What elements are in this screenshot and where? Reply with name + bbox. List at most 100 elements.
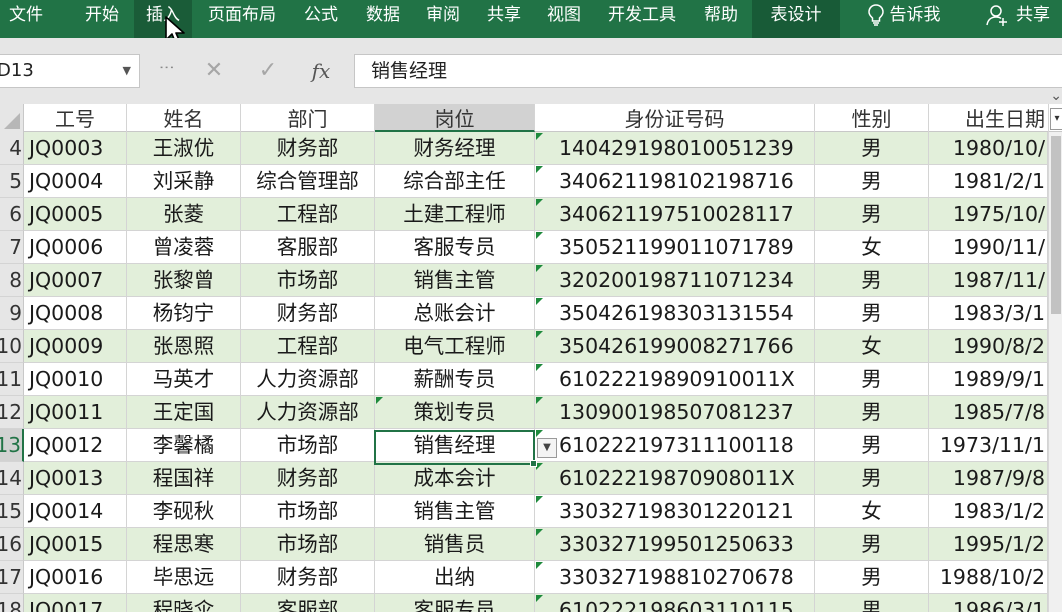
table-cell[interactable]: 策划专员 xyxy=(375,396,535,429)
table-cell[interactable]: 程晓伞 xyxy=(127,594,241,612)
table-cell[interactable]: 刘采静 xyxy=(127,165,241,198)
error-indicator-icon[interactable] xyxy=(376,397,383,404)
table-cell[interactable]: 男 xyxy=(815,594,929,612)
table-cell[interactable]: 电气工程师 xyxy=(375,330,535,363)
table-cell[interactable]: JQ0014 xyxy=(24,495,127,528)
table-cell[interactable]: 财务部 xyxy=(241,132,375,165)
ribbon-tab[interactable]: 帮助 xyxy=(694,0,748,38)
table-cell[interactable]: 330327198301220121 xyxy=(535,495,815,528)
row-header[interactable]: 12 xyxy=(0,396,24,429)
table-cell[interactable]: 1989/9/1 xyxy=(929,363,1048,396)
table-cell[interactable]: 销售主管 xyxy=(375,264,535,297)
error-indicator-icon[interactable] xyxy=(536,562,543,569)
table-cell[interactable]: 男 xyxy=(815,462,929,495)
filter-dropdown-icon[interactable]: ▾ xyxy=(1050,108,1062,130)
table-cell[interactable]: 男 xyxy=(815,165,929,198)
select-all-corner[interactable] xyxy=(0,104,24,132)
row-header[interactable]: 6 xyxy=(0,198,24,231)
table-cell[interactable]: 1983/3/1 xyxy=(929,297,1048,330)
table-cell[interactable]: 马英才 xyxy=(127,363,241,396)
table-cell[interactable]: 财务部 xyxy=(241,561,375,594)
share-button[interactable]: 共享 xyxy=(986,0,1062,38)
table-cell[interactable]: 毕思远 xyxy=(127,561,241,594)
cancel-icon[interactable]: ✕ xyxy=(200,54,228,88)
table-cell[interactable]: JQ0009 xyxy=(24,330,127,363)
ribbon-tab[interactable]: 页面布局 xyxy=(194,0,290,38)
table-cell[interactable]: 1988/10/2 xyxy=(929,561,1048,594)
row-header[interactable]: 5 xyxy=(0,165,24,198)
table-cell[interactable]: 程国祥 xyxy=(127,462,241,495)
table-cell[interactable]: 男 xyxy=(815,297,929,330)
column-header[interactable]: 身份证号码 xyxy=(535,104,815,132)
table-cell[interactable]: 土建工程师 xyxy=(375,198,535,231)
vertical-scrollbar[interactable] xyxy=(1048,132,1062,612)
table-cell[interactable]: JQ0006 xyxy=(24,231,127,264)
table-cell[interactable]: 销售经理 xyxy=(375,429,535,462)
ribbon-tab[interactable]: 开发工具 xyxy=(598,0,686,38)
table-cell[interactable]: 王淑优 xyxy=(127,132,241,165)
error-indicator-icon[interactable] xyxy=(536,298,543,305)
table-cell[interactable]: 350426199008271766 xyxy=(535,330,815,363)
table-cell[interactable]: 销售员 xyxy=(375,528,535,561)
tell-me-button[interactable]: 告诉我 xyxy=(856,0,952,38)
error-indicator-icon[interactable] xyxy=(536,595,543,602)
table-cell[interactable]: 成本会计 xyxy=(375,462,535,495)
table-cell[interactable]: JQ0016 xyxy=(24,561,127,594)
table-cell[interactable]: 610222197311100118 xyxy=(535,429,815,462)
table-cell[interactable]: 张菱 xyxy=(127,198,241,231)
error-indicator-icon[interactable] xyxy=(536,397,543,404)
table-cell[interactable]: 曾凌蓉 xyxy=(127,231,241,264)
table-cell[interactable]: 人力资源部 xyxy=(241,363,375,396)
table-cell[interactable]: 杨钧宁 xyxy=(127,297,241,330)
table-cell[interactable]: 340621198102198716 xyxy=(535,165,815,198)
table-cell[interactable]: 市场部 xyxy=(241,495,375,528)
row-header[interactable]: 15 xyxy=(0,495,24,528)
table-cell[interactable]: JQ0008 xyxy=(24,297,127,330)
table-cell[interactable]: 人力资源部 xyxy=(241,396,375,429)
table-cell[interactable]: 350521199011071789 xyxy=(535,231,815,264)
table-cell[interactable]: 市场部 xyxy=(241,264,375,297)
table-cell[interactable]: JQ0012 xyxy=(24,429,127,462)
error-indicator-icon[interactable] xyxy=(536,232,543,239)
table-cell[interactable]: 销售主管 xyxy=(375,495,535,528)
table-cell[interactable]: 330327199501250633 xyxy=(535,528,815,561)
table-cell[interactable]: JQ0004 xyxy=(24,165,127,198)
table-cell[interactable]: 客服专员 xyxy=(375,594,535,612)
table-cell[interactable]: 130900198507081237 xyxy=(535,396,815,429)
table-cell[interactable]: 350426198303131554 xyxy=(535,297,815,330)
table-cell[interactable]: 1990/11/ xyxy=(929,231,1048,264)
scrollbar-thumb[interactable] xyxy=(1051,136,1061,314)
error-indicator-icon[interactable] xyxy=(536,199,543,206)
insert-function-button[interactable]: fx xyxy=(306,54,336,88)
ribbon-tab[interactable]: 共享 xyxy=(476,0,532,38)
row-header[interactable]: 10 xyxy=(0,330,24,363)
table-cell[interactable]: 1983/1/2 xyxy=(929,495,1048,528)
table-cell[interactable]: 61022219870908011X xyxy=(535,462,815,495)
error-indicator-icon[interactable] xyxy=(536,133,543,140)
table-cell[interactable]: 男 xyxy=(815,528,929,561)
table-cell[interactable]: JQ0003 xyxy=(24,132,127,165)
worksheet-grid[interactable]: 工号 姓名 部门 岗位 身份证号码 性别 出生日期 4 JQ0003 王淑优 财务部 财务经理 140… xyxy=(0,104,1062,612)
row-header[interactable]: 13 xyxy=(0,429,24,462)
row-header[interactable]: 14 xyxy=(0,462,24,495)
table-cell[interactable]: 男 xyxy=(815,396,929,429)
table-cell[interactable]: 男 xyxy=(815,561,929,594)
row-header[interactable]: 16 xyxy=(0,528,24,561)
table-cell[interactable]: 张恩照 xyxy=(127,330,241,363)
table-cell[interactable]: 客服部 xyxy=(241,594,375,612)
ribbon-tab[interactable]: 表设计 xyxy=(752,0,840,38)
table-cell[interactable]: 男 xyxy=(815,132,929,165)
formula-bar-grip-icon[interactable]: ⋮ xyxy=(158,60,176,75)
column-header[interactable]: 部门 xyxy=(241,104,375,132)
table-cell[interactable]: 1995/1/2 xyxy=(929,528,1048,561)
row-header[interactable]: 18 xyxy=(0,594,24,612)
error-indicator-icon[interactable] xyxy=(536,364,543,371)
column-header[interactable]: 性别 xyxy=(815,104,929,132)
table-cell[interactable]: 1981/2/1 xyxy=(929,165,1048,198)
table-cell[interactable]: 工程部 xyxy=(241,198,375,231)
table-cell[interactable]: JQ0005 xyxy=(24,198,127,231)
table-cell[interactable]: 1986/3/1 xyxy=(929,594,1048,612)
row-header[interactable]: 7 xyxy=(0,231,24,264)
table-cell[interactable]: 男 xyxy=(815,264,929,297)
ribbon-tab[interactable]: 公式 xyxy=(294,0,348,38)
